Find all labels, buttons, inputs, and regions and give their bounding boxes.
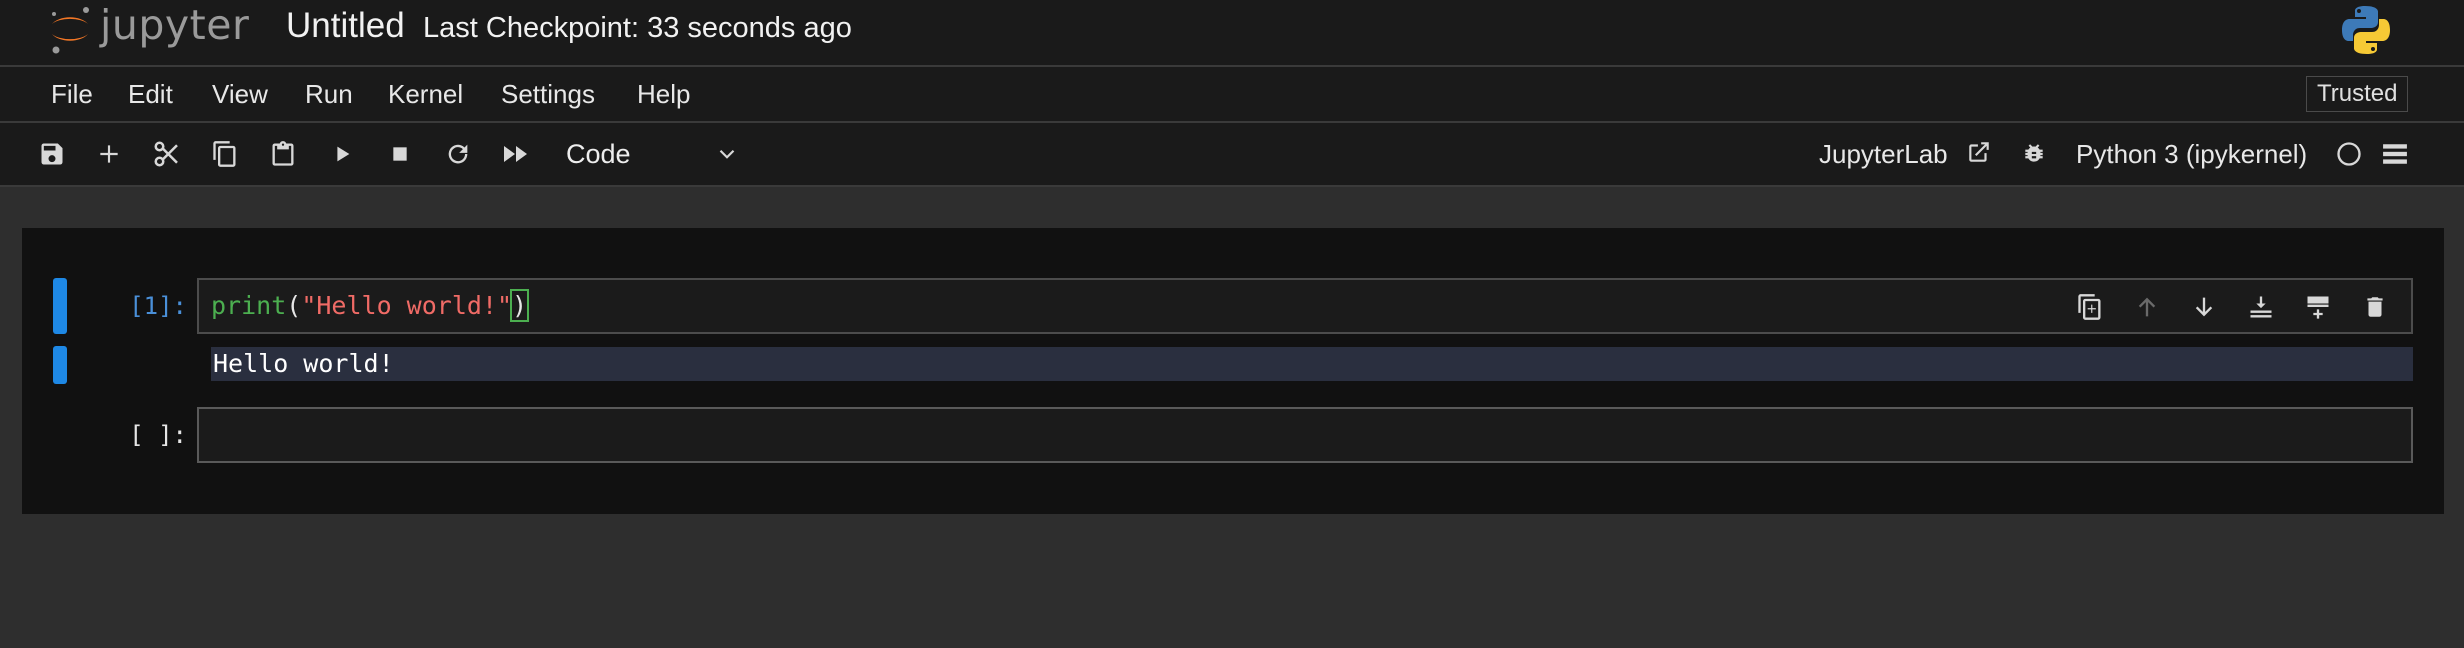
code-cell-input[interactable]: print("Hello world!"): [197, 278, 2413, 334]
cut-icon[interactable]: [150, 137, 184, 171]
insert-above-icon[interactable]: [2301, 290, 2335, 324]
menu-run[interactable]: Run: [305, 79, 353, 110]
move-up-icon[interactable]: [2130, 290, 2164, 324]
menu-view[interactable]: View: [212, 79, 268, 110]
kernel-name[interactable]: Python 3 (ipykernel): [2076, 139, 2307, 170]
notebook-panel: [1]: print("Hello world!") Hello world! …: [22, 228, 2444, 514]
code-function: print: [211, 291, 287, 320]
cell-type-value: Code: [566, 139, 631, 169]
external-link-icon[interactable]: [1962, 135, 1996, 169]
run-all-icon[interactable]: [499, 137, 533, 171]
kernel-status-icon: [2332, 137, 2366, 171]
menu-file[interactable]: File: [51, 79, 93, 110]
menu-kernel[interactable]: Kernel: [388, 79, 463, 110]
python-logo-icon: [2338, 2, 2394, 63]
restart-icon[interactable]: [441, 137, 475, 171]
menu-icon[interactable]: [2378, 137, 2412, 171]
insert-below-icon[interactable]: [2244, 290, 2278, 324]
top-header: jupyter Untitled Last Checkpoint: 33 sec…: [0, 0, 2464, 67]
code-cell-input[interactable]: [197, 407, 2413, 463]
duplicate-icon[interactable]: [2073, 290, 2107, 324]
notebook-title[interactable]: Untitled: [286, 6, 405, 46]
logo-text: jupyter: [100, 1, 250, 49]
output-collapser[interactable]: [53, 346, 67, 384]
cell-output: Hello world!: [211, 347, 2413, 381]
checkpoint-status: Last Checkpoint: 33 seconds ago: [423, 12, 852, 44]
add-cell-icon[interactable]: [92, 137, 126, 171]
jupyterlab-link[interactable]: JupyterLab: [1819, 139, 1948, 170]
jupyter-logo[interactable]: jupyter: [46, 0, 249, 58]
notebook-toolbar: Code JupyterLab Python 3 (ipykernel): [0, 123, 2464, 187]
bug-icon[interactable]: [2017, 137, 2051, 171]
copy-icon[interactable]: [208, 137, 242, 171]
code-string: "Hello world!": [301, 291, 513, 320]
menu-edit[interactable]: Edit: [128, 79, 173, 110]
chevron-down-icon: [719, 149, 735, 159]
menu-bar: File Edit View Run Kernel Settings Help …: [0, 67, 2464, 123]
cell-toolbar: [2073, 290, 2393, 324]
cell-prompt: [ ]:: [129, 421, 187, 449]
cell-prompt: [1]:: [129, 292, 187, 320]
stop-icon[interactable]: [383, 137, 417, 171]
code-paren-close: ): [510, 289, 530, 322]
delete-icon[interactable]: [2358, 290, 2392, 324]
code-line[interactable]: print("Hello world!"): [211, 289, 530, 322]
jupyter-logo-icon: [52, 7, 89, 54]
move-down-icon[interactable]: [2187, 290, 2221, 324]
cell-collapser[interactable]: [53, 278, 67, 334]
trusted-indicator[interactable]: Trusted: [2306, 76, 2409, 112]
run-icon[interactable]: [325, 137, 359, 171]
menu-help[interactable]: Help: [637, 79, 690, 110]
cell-type-select[interactable]: Code: [566, 133, 746, 175]
code-paren-open: (: [286, 291, 302, 320]
menu-settings[interactable]: Settings: [501, 79, 595, 110]
save-icon[interactable]: [35, 137, 69, 171]
paste-icon[interactable]: [266, 137, 300, 171]
